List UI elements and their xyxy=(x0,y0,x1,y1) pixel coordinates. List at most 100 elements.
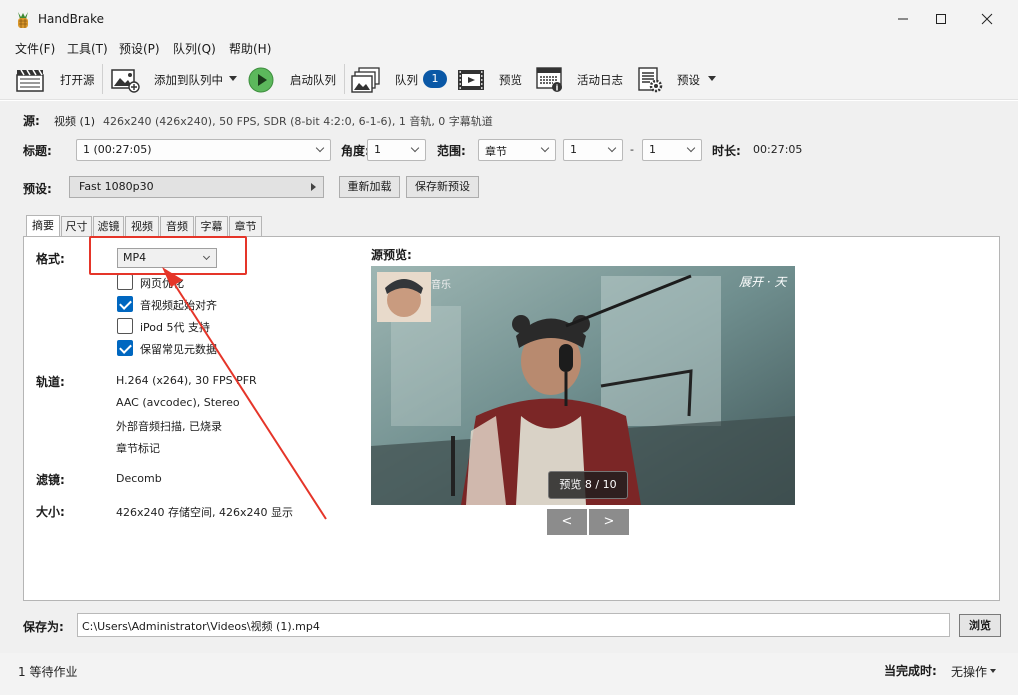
annotation-highlight-box xyxy=(89,236,247,275)
save-new-preset-button[interactable]: 保存新预设 xyxy=(406,176,479,198)
close-button[interactable] xyxy=(964,0,1010,38)
keep-metadata-checkbox[interactable] xyxy=(117,340,133,356)
toolbar-separator xyxy=(102,64,103,94)
track-item: H.264 (x264), 30 FPS PFR xyxy=(116,374,257,387)
window-title: HandBrake xyxy=(38,12,105,26)
angle-select-value: 1 xyxy=(374,143,381,156)
tab-video[interactable]: 视频 xyxy=(125,216,159,236)
preview-next-button[interactable]: > xyxy=(589,509,629,535)
queue-images-icon[interactable] xyxy=(351,66,381,94)
ipod-support-checkbox[interactable] xyxy=(117,318,133,334)
when-done-label: 当完成时: xyxy=(884,664,937,678)
menu-help[interactable]: 帮助(H) xyxy=(229,40,271,57)
range-end-value: 1 xyxy=(649,143,656,156)
presets-gear-icon[interactable] xyxy=(636,66,666,94)
preset-label: 预设: xyxy=(23,182,52,196)
format-label: 格式: xyxy=(36,252,65,266)
tab-filters[interactable]: 滤镜 xyxy=(93,216,124,236)
open-source-button[interactable]: 打开源 xyxy=(60,72,95,88)
svg-text:i: i xyxy=(556,84,559,93)
tab-chapters[interactable]: 章节 xyxy=(229,216,262,236)
status-bar: 1 等待作业 当完成时: 无操作 xyxy=(0,653,1018,695)
filters-value: Decomb xyxy=(116,472,162,485)
tab-subtitles[interactable]: 字幕 xyxy=(195,216,228,236)
close-icon xyxy=(981,13,993,25)
range-type-value: 章节 xyxy=(485,145,507,158)
keep-metadata-label: 保留常见元数据 xyxy=(140,343,217,356)
chevron-down-icon xyxy=(686,143,696,153)
presets-dropdown-icon[interactable] xyxy=(708,76,716,81)
menu-bar: 文件(F) 工具(T) 预设(P) 队列(Q) 帮助(H) xyxy=(0,38,1018,58)
angle-select[interactable]: 1 xyxy=(367,139,426,161)
start-queue-button[interactable]: 启动队列 xyxy=(290,72,336,88)
range-label: 范围: xyxy=(437,144,466,158)
preset-value: Fast 1080p30 xyxy=(79,180,154,193)
range-end-select[interactable]: 1 xyxy=(642,139,702,161)
queue-button[interactable]: 队列 xyxy=(395,72,418,88)
menu-tools[interactable]: 工具(T) xyxy=(67,40,108,57)
preview-counter: 预览 8 / 10 xyxy=(548,471,628,499)
pending-jobs-status: 1 等待作业 xyxy=(18,665,78,679)
minimize-icon xyxy=(898,18,908,20)
activity-log-icon[interactable]: i xyxy=(535,66,565,94)
clapperboard-icon[interactable] xyxy=(15,66,45,94)
align-av-start-label: 音视频起始对齐 xyxy=(140,299,217,312)
filters-label: 滤镜: xyxy=(36,473,65,487)
source-info: 426x240 (426x240), 50 FPS, SDR (8-bit 4:… xyxy=(103,115,493,128)
preset-selector[interactable]: Fast 1080p30 xyxy=(69,176,324,198)
range-start-value: 1 xyxy=(570,143,577,156)
preview-button[interactable]: 预览 xyxy=(499,72,522,88)
angle-label: 角度: xyxy=(341,144,370,158)
add-to-queue-dropdown-icon[interactable] xyxy=(229,76,237,81)
title-select[interactable]: 1 (00:27:05) xyxy=(76,139,331,161)
add-to-queue-button[interactable]: 添加到队列中 xyxy=(154,72,223,88)
size-label: 大小: xyxy=(36,505,65,519)
chevron-down-icon xyxy=(540,143,550,153)
title-select-value: 1 (00:27:05) xyxy=(83,143,152,156)
align-av-start-checkbox[interactable] xyxy=(117,296,133,312)
film-strip-icon[interactable] xyxy=(456,66,486,94)
preview-watermark-text: 展开 · 天 xyxy=(739,275,788,289)
add-image-icon[interactable] xyxy=(110,66,140,94)
track-item: AAC (avcodec), Stereo xyxy=(116,396,240,409)
menu-queue[interactable]: 队列(Q) xyxy=(173,40,216,57)
range-dash: - xyxy=(630,143,634,156)
play-icon[interactable] xyxy=(246,66,276,94)
tracks-label: 轨道: xyxy=(36,375,65,389)
maximize-button[interactable] xyxy=(918,0,964,38)
toolbar: 打开源 添加到队列中 启动队列 队列 预览 i 活动日志 预设 xyxy=(0,58,1018,100)
reload-preset-button[interactable]: 重新加载 xyxy=(339,176,400,198)
when-done-value[interactable]: 无操作 xyxy=(951,663,987,680)
ipod-support-label: iPod 5代 支持 xyxy=(140,321,211,334)
activity-log-button[interactable]: 活动日志 xyxy=(577,72,623,88)
chevron-down-icon xyxy=(410,143,420,153)
preview-prev-button[interactable]: < xyxy=(547,509,587,535)
when-done-dropdown-icon[interactable] xyxy=(990,669,996,673)
menu-file[interactable]: 文件(F) xyxy=(15,40,55,57)
source-label: 源: xyxy=(23,114,40,128)
duration-label: 时长: xyxy=(712,144,741,158)
preview-overlay-text: 音乐 xyxy=(431,278,451,291)
web-optimize-label: 网页优化 xyxy=(140,277,184,290)
tab-summary[interactable]: 摘要 xyxy=(26,215,60,236)
web-optimize-checkbox[interactable] xyxy=(117,274,133,290)
source-preview-label: 源预览: xyxy=(371,248,412,262)
chevron-right-icon xyxy=(311,183,316,191)
presets-button[interactable]: 预设 xyxy=(677,72,700,88)
chevron-down-icon xyxy=(315,143,325,153)
range-type-select[interactable]: 章节 xyxy=(478,139,556,161)
title-bar: HandBrake xyxy=(0,0,1018,38)
chevron-down-icon xyxy=(607,143,617,153)
save-path-input[interactable]: C:\Users\Administrator\Videos\视频 (1).mp4 xyxy=(77,613,950,637)
title-label: 标题: xyxy=(23,144,52,158)
queue-count-badge: 1 xyxy=(423,70,447,88)
tab-audio[interactable]: 音频 xyxy=(160,216,194,236)
range-start-select[interactable]: 1 xyxy=(563,139,623,161)
browse-button[interactable]: 浏览 xyxy=(959,614,1001,637)
menu-presets[interactable]: 预设(P) xyxy=(119,40,160,57)
tab-dimensions[interactable]: 尺寸 xyxy=(61,216,92,236)
handbrake-pineapple-icon xyxy=(18,12,28,28)
source-preview-image: 音乐 展开 · 天 xyxy=(371,266,795,505)
track-item: 外部音频扫描, 已烧录 xyxy=(116,420,222,433)
toolbar-separator xyxy=(344,64,345,94)
